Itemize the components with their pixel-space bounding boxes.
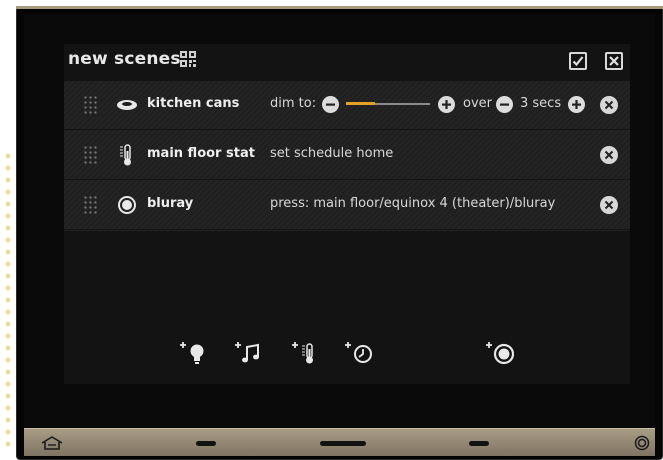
- add-thermostat-icon: [292, 342, 313, 364]
- page-title: new scenes: [68, 49, 181, 69]
- qr-code-icon[interactable]: [180, 51, 196, 67]
- duration-increase-button[interactable]: [568, 96, 585, 113]
- minus-icon: [500, 103, 509, 106]
- nav-indicator-right[interactable]: [469, 441, 489, 446]
- add-light-icon: [180, 342, 204, 364]
- close-icon: [604, 150, 614, 160]
- confirm-button[interactable]: [569, 52, 587, 70]
- drag-handle-icon[interactable]: [83, 145, 97, 165]
- minus-icon: [326, 103, 335, 106]
- duration-decrease-button[interactable]: [496, 96, 513, 113]
- close-icon: [604, 100, 614, 110]
- thermometer-icon: [116, 143, 138, 167]
- add-music-icon: [235, 342, 259, 363]
- cancel-button[interactable]: [605, 52, 623, 70]
- list-item: kitchen cans dim to: over 3 secs: [64, 81, 630, 130]
- duration-value: 3 secs: [520, 96, 562, 111]
- action-text: press: main floor/equinox 4 (theater)/bl…: [270, 196, 556, 211]
- checkmark-icon: [572, 56, 584, 67]
- add-thermostat-button[interactable]: [290, 340, 320, 366]
- dim-decrease-button[interactable]: [322, 96, 339, 113]
- dim-increase-button[interactable]: [438, 96, 455, 113]
- plus-icon: [442, 100, 451, 109]
- plus-icon: [572, 100, 581, 109]
- add-button-icon: [486, 342, 515, 365]
- bottom-nav-bar: [24, 428, 655, 456]
- device-name: bluray: [147, 196, 194, 211]
- add-music-button[interactable]: [233, 340, 263, 366]
- over-label: over: [463, 96, 492, 111]
- remove-button[interactable]: [600, 196, 618, 214]
- decorative-dots: [2, 150, 14, 450]
- nav-indicator-left[interactable]: [196, 441, 216, 446]
- power-icon[interactable]: [634, 435, 650, 451]
- remove-button[interactable]: [600, 146, 618, 164]
- ceiling-light-icon: [116, 93, 138, 117]
- remove-button[interactable]: [600, 96, 618, 114]
- list-item: main floor stat set schedule home: [64, 131, 630, 180]
- home-icon[interactable]: [40, 435, 64, 451]
- action-text: set schedule home: [270, 146, 394, 161]
- record-button-icon: [116, 193, 138, 217]
- list-item: bluray press: main floor/equinox 4 (thea…: [64, 181, 630, 230]
- close-icon: [604, 200, 614, 210]
- dim-slider-fill: [346, 102, 376, 105]
- add-button-press-button[interactable]: [484, 340, 515, 366]
- add-scene-button[interactable]: [343, 340, 373, 366]
- add-light-button[interactable]: [178, 340, 208, 366]
- dim-label: dim to:: [270, 96, 317, 111]
- device-name: kitchen cans: [147, 96, 240, 111]
- add-scene-icon: [345, 342, 372, 363]
- bezel-top-edge: [16, 6, 663, 9]
- drag-handle-icon[interactable]: [83, 195, 97, 215]
- device-name: main floor stat: [147, 146, 255, 161]
- dim-slider[interactable]: [346, 102, 430, 105]
- drag-handle-icon[interactable]: [83, 95, 97, 115]
- close-icon: [609, 56, 619, 66]
- nav-indicator-center[interactable]: [320, 441, 366, 446]
